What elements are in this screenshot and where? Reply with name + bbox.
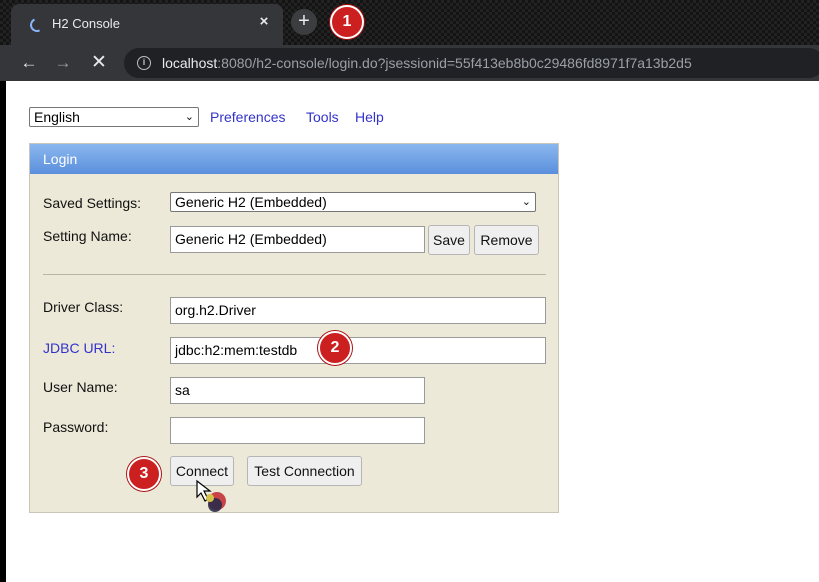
password-input[interactable] (170, 417, 425, 444)
saved-settings-value: Generic H2 (Embedded) (175, 194, 327, 210)
preferences-link[interactable]: Preferences (210, 109, 285, 125)
user-name-input[interactable]: sa (170, 377, 425, 404)
divider (43, 274, 546, 275)
step-badge-1: 1 (330, 5, 364, 39)
saved-settings-label: Saved Settings: (43, 195, 142, 211)
test-connection-button[interactable]: Test Connection (247, 456, 362, 486)
remove-button[interactable]: Remove (474, 225, 539, 255)
stop-icon[interactable]: ✕ (86, 50, 112, 76)
url-path: :8080/h2-console/login.do?jsessionid=55f… (217, 55, 692, 71)
page-content: English ⌄ Preferences Tools Help Login S… (6, 81, 819, 582)
address-bar[interactable]: i localhost:8080/h2-console/login.do?jse… (124, 48, 819, 78)
info-icon[interactable]: i (137, 56, 151, 70)
setting-name-label: Setting Name: (43, 228, 132, 244)
saved-settings-select[interactable]: Generic H2 (Embedded) ⌄ (170, 192, 536, 212)
url-text: localhost:8080/h2-console/login.do?jsess… (162, 55, 692, 71)
browser-toolbar: ← → ✕ i localhost:8080/h2-console/login.… (0, 45, 819, 81)
chevron-down-icon: ⌄ (184, 111, 194, 123)
cursor-icon (196, 479, 226, 512)
loading-spinner-icon (28, 16, 46, 34)
browser-titlebar: H2 Console × + (0, 0, 819, 45)
browser-tab[interactable]: H2 Console × (11, 4, 283, 45)
jdbc-url-label[interactable]: JDBC URL: (43, 340, 115, 356)
password-label: Password: (43, 419, 109, 435)
language-select[interactable]: English ⌄ (29, 107, 199, 127)
step-badge-2: 2 (318, 331, 352, 365)
driver-class-input[interactable]: org.h2.Driver (170, 297, 546, 324)
close-icon[interactable]: × (253, 11, 275, 33)
driver-class-label: Driver Class: (43, 299, 124, 315)
login-panel: Login Saved Settings: Generic H2 (Embedd… (29, 143, 559, 513)
plus-icon[interactable]: + (291, 9, 317, 35)
url-host: localhost (162, 55, 218, 71)
login-header: Login (30, 144, 558, 174)
language-select-value: English (34, 109, 80, 125)
save-button[interactable]: Save (428, 225, 470, 255)
jdbc-url-input[interactable]: jdbc:h2:mem:testdb (170, 337, 546, 364)
tab-title: H2 Console (52, 16, 120, 31)
chevron-down-icon: ⌄ (521, 196, 531, 208)
forward-arrow-icon[interactable]: → (50, 50, 76, 76)
step-badge-3: 3 (127, 457, 161, 491)
back-arrow-icon[interactable]: ← (16, 50, 42, 76)
tools-link[interactable]: Tools (306, 109, 339, 125)
help-link[interactable]: Help (355, 109, 384, 125)
user-name-label: User Name: (43, 379, 118, 395)
setting-name-input[interactable]: Generic H2 (Embedded) (170, 226, 425, 253)
